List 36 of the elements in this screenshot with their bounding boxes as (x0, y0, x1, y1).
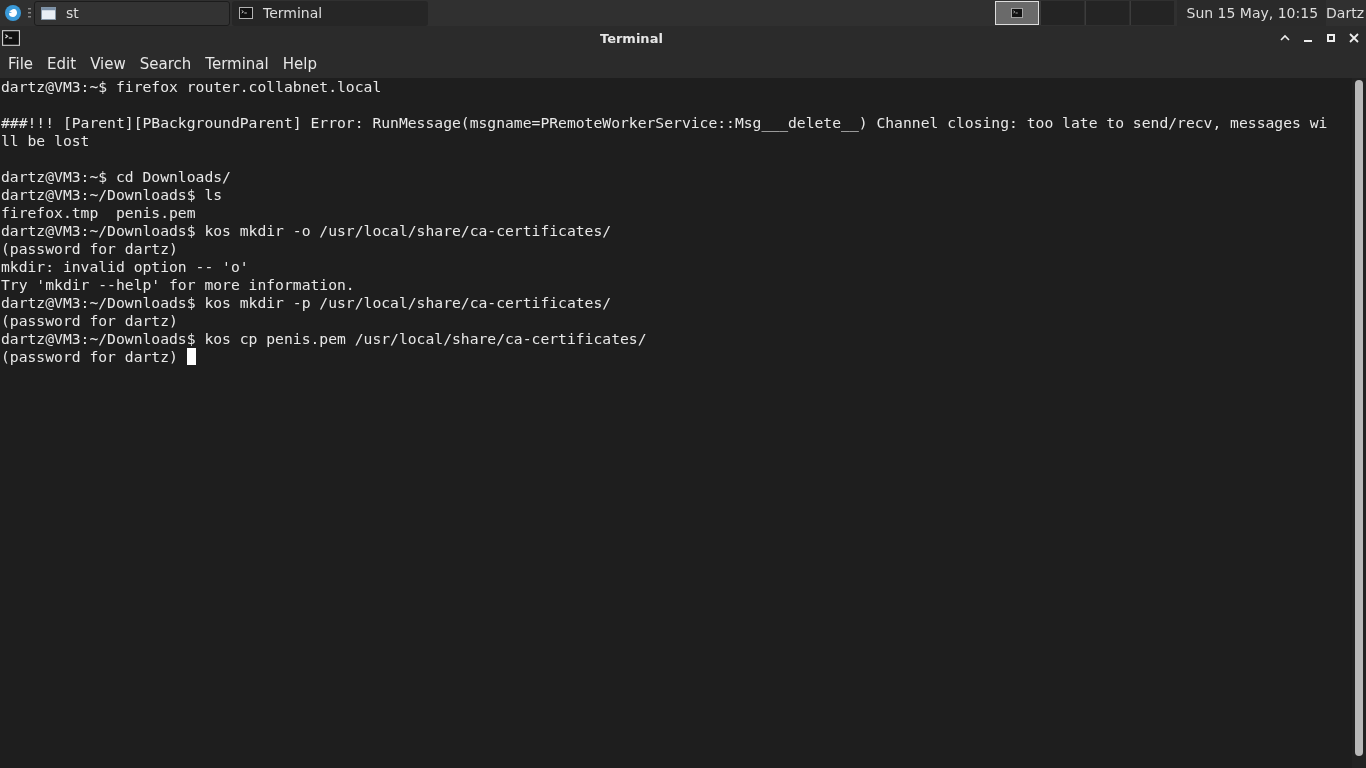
menu-item[interactable]: Terminal (198, 55, 276, 73)
maximize-icon[interactable] (1325, 32, 1337, 44)
menu-item[interactable]: File (1, 55, 41, 73)
taskbar-task[interactable]: Terminal (232, 0, 428, 26)
terminal-line: (password for dartz) (1, 240, 178, 257)
menu-item[interactable]: View (83, 55, 133, 73)
drag-handle-icon[interactable] (28, 8, 31, 18)
terminal-line: dartz@VM3:~/Downloads$ ls (1, 186, 223, 203)
terminal-line: Try 'mkdir --help' for more information. (1, 276, 355, 293)
terminal-line: ###!!! [Parent][PBackgroundParent] Error: RunMessage(msgname=PRemoteWorkerService::Msg___delete__) Channel closing: too late to send/recv, messages wi (1, 114, 1328, 131)
menu-item[interactable]: Edit (40, 55, 84, 73)
terminal-icon (1010, 8, 1023, 18)
terminal-line: dartz@VM3:~$ cd Downloads/ (1, 168, 231, 185)
terminal-line: dartz@VM3:~/Downloads$ kos mkdir -o /usr/local/share/ca-certificates/ (1, 222, 612, 239)
terminal-line: dartz@VM3:~$ firefox router.collabnet.local (1, 78, 382, 95)
menu-item[interactable]: Help (275, 55, 324, 73)
terminal-icon[interactable] (2, 30, 20, 46)
terminal-line: (password for dartz) (1, 348, 179, 365)
text-cursor (186, 348, 196, 365)
clock[interactable]: Sun 15 May, 10:15 (1176, 0, 1327, 26)
terminal-line: mkdir: invalid option -- 'o' (1, 258, 249, 275)
window-title: Terminal (600, 30, 663, 46)
terminal-line: ll be lost (1, 132, 90, 149)
window-icon (41, 6, 56, 20)
user-name[interactable]: Dartz (1326, 5, 1366, 21)
close-icon[interactable] (1348, 32, 1360, 44)
taskbar-task[interactable]: st (34, 0, 230, 26)
terminal-line: dartz@VM3:~/Downloads$ kos mkdir -p /usr/local/share/ca-certificates/ (1, 294, 612, 311)
terminal-line: dartz@VM3:~/Downloads$ kos cp penis.pem /usr/local/share/ca-certificates/ (1, 330, 647, 347)
menu-item[interactable]: Search (132, 55, 199, 73)
app-menu-icon[interactable] (5, 5, 21, 21)
scrollbar[interactable] (1352, 78, 1366, 768)
scrollbar-thumb[interactable] (1355, 80, 1363, 756)
terminal-icon (239, 7, 253, 19)
terminal-line: (password for dartz) (1, 312, 178, 329)
terminal-line: firefox.tmp penis.pem (1, 204, 196, 221)
